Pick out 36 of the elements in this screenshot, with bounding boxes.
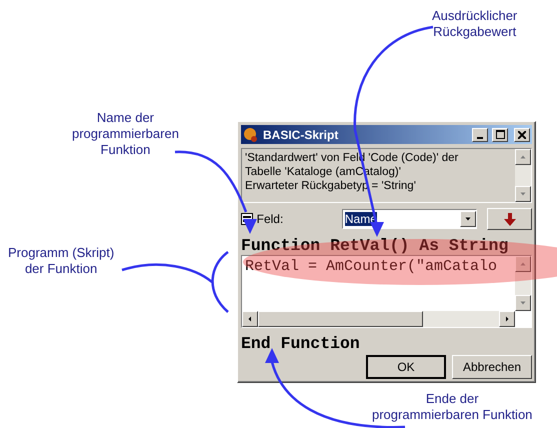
vertical-scrollbar[interactable] [515,149,531,202]
field-label: Feld: [256,212,284,226]
right-triangle-icon [503,315,511,323]
callout-label: Programm (Skript) der Funktion [8,245,114,277]
function-footer: End Function [241,334,532,353]
scroll-thumb[interactable] [258,311,423,327]
scroll-down-button[interactable] [515,295,531,311]
ok-button[interactable]: OK [366,355,446,379]
close-button[interactable] [514,128,530,142]
dropdown-button[interactable] [460,211,476,228]
vertical-scrollbar[interactable] [515,256,531,311]
scroll-down-button[interactable] [515,186,531,202]
callout-label: Ende der programmierbaren Funktion [372,391,532,423]
close-icon [518,130,526,139]
callout-label: Ausdrücklicher Rückgabewert [432,8,518,40]
minimize-icon [477,136,483,139]
up-triangle-icon [519,260,527,268]
scroll-right-button[interactable] [499,311,515,327]
maximize-button[interactable] [492,128,508,142]
insert-button[interactable] [487,208,532,230]
maximize-icon [496,130,504,140]
up-triangle-icon [519,153,527,162]
horizontal-scrollbar[interactable] [242,311,515,327]
down-triangle-icon [519,299,527,307]
minimize-button[interactable] [472,128,488,142]
down-arrow-icon [504,212,516,226]
scroll-left-button[interactable] [242,311,258,327]
app-icon [243,126,259,143]
scroll-up-button[interactable] [515,149,531,166]
code-line: RetVal = AmCounter("amCatalo [245,258,498,276]
left-triangle-icon [246,315,254,323]
cancel-button[interactable]: Abbrechen [452,355,532,379]
function-header: Function RetVal() As String [241,236,510,256]
code-editor[interactable]: RetVal = AmCounter("amCatalo [241,255,532,328]
window-title: BASIC-Skript [263,128,340,142]
callout-label: Name der programmierbaren Funktion [72,110,179,158]
